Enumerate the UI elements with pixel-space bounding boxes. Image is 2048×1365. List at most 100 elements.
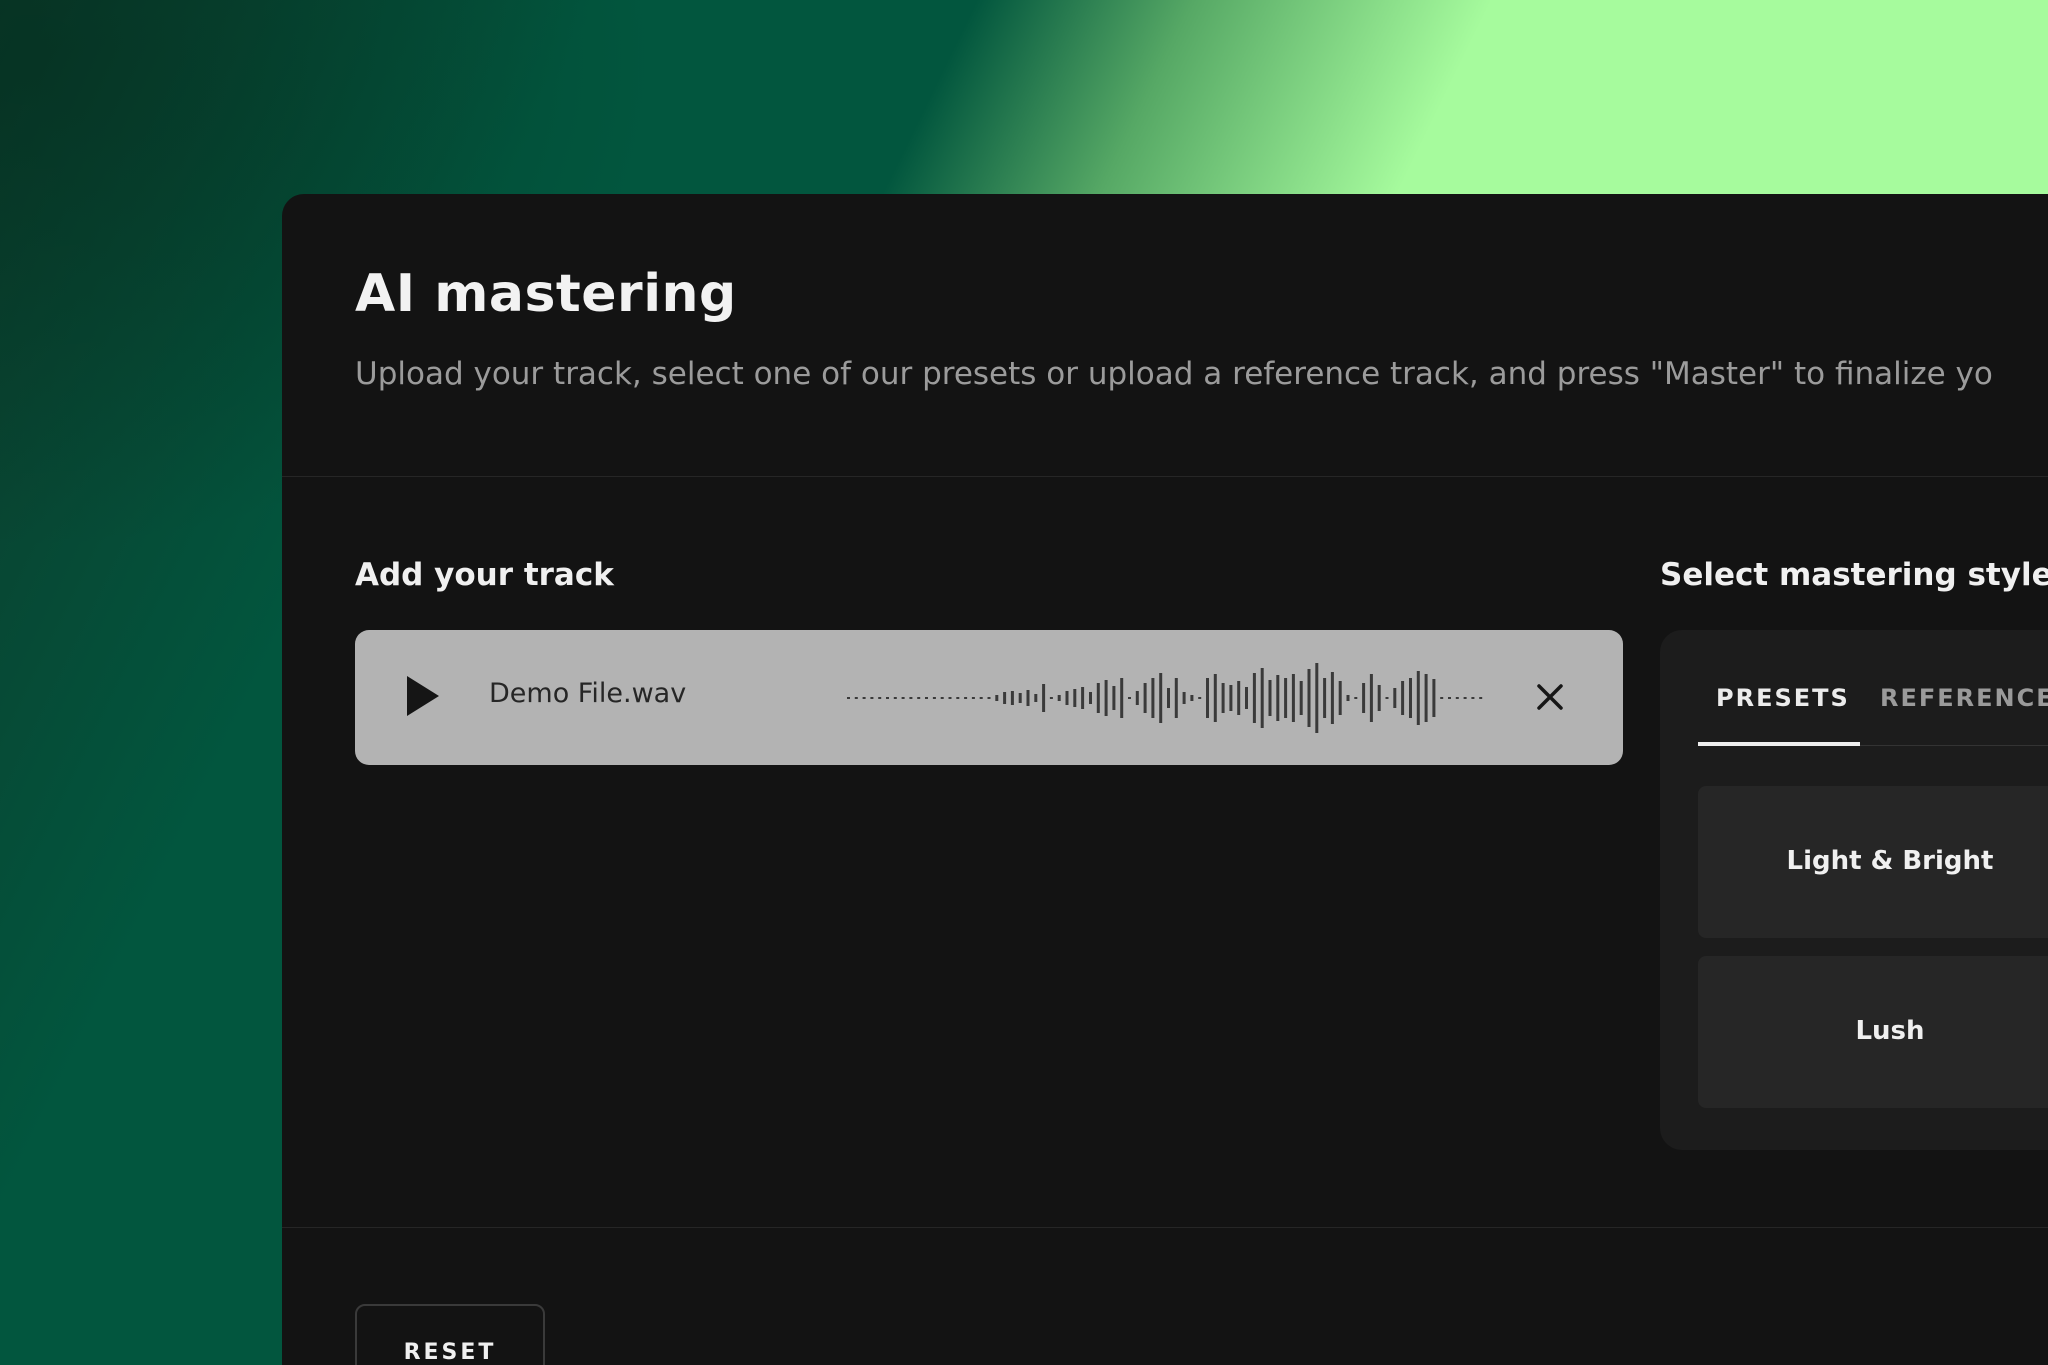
waveform-bar <box>1206 678 1209 718</box>
mastering-style-panel: PRESETS REFERENCE Light & Bright Lush <box>1660 630 2048 1150</box>
waveform-bar <box>1276 675 1280 721</box>
mastering-style-label: Select mastering style <box>1660 557 2048 593</box>
preset-lush[interactable]: Lush <box>1698 956 2048 1108</box>
waveform-bar <box>1260 668 1264 728</box>
waveform-bar <box>1354 697 1358 699</box>
style-tabs: PRESETS REFERENCE <box>1698 630 2048 746</box>
waveform-bar <box>1377 685 1381 711</box>
waveform-bar <box>1096 683 1100 713</box>
waveform-bar <box>862 697 866 699</box>
waveform-bar <box>1065 691 1069 705</box>
waveform-bar <box>1112 686 1116 710</box>
footer-divider <box>282 1227 2048 1228</box>
track-card: Demo File.wav <box>355 630 1623 765</box>
waveform-bar <box>1174 678 1178 718</box>
waveform-bar <box>1330 672 1334 724</box>
waveform-bar <box>1081 687 1085 709</box>
waveform-bar <box>847 697 850 699</box>
waveform-bar <box>995 695 999 701</box>
waveform-bar <box>1448 697 1451 699</box>
waveform-bar <box>1424 674 1428 722</box>
waveform-bar <box>1229 685 1233 711</box>
waveform-bar <box>1291 674 1295 722</box>
waveform-bar <box>964 697 968 699</box>
waveform-bar <box>1213 674 1217 722</box>
waveform-bar <box>1440 697 1444 699</box>
waveform-bar <box>1245 687 1248 709</box>
waveform-bar <box>1073 689 1077 707</box>
preset-label: Lush <box>1855 1016 1925 1046</box>
waveform-bar <box>870 697 874 699</box>
tab-presets[interactable]: PRESETS <box>1716 684 1850 712</box>
waveform-bar <box>1252 673 1256 723</box>
waveform-bar <box>932 697 936 699</box>
waveform-bar <box>1268 680 1272 716</box>
waveform-bar <box>1221 683 1225 713</box>
waveform-bar <box>886 697 889 699</box>
tab-reference[interactable]: REFERENCE <box>1880 684 2048 712</box>
waveform-bar <box>940 697 944 699</box>
waveform-bar <box>1151 678 1155 718</box>
waveform-bar <box>1182 692 1186 704</box>
waveform-bar <box>1010 691 1014 705</box>
waveform-bar <box>1338 681 1342 715</box>
waveform-bar <box>1159 673 1163 723</box>
waveform-bar <box>1237 681 1241 715</box>
waveform-bar <box>1315 663 1319 733</box>
waveform-bar <box>854 697 858 699</box>
waveform-bar <box>1346 695 1350 701</box>
waveform-bar <box>948 697 952 699</box>
waveform-bar <box>1026 690 1030 706</box>
close-icon[interactable] <box>1533 680 1567 714</box>
reset-button[interactable]: RESET <box>355 1304 545 1365</box>
ai-mastering-panel: AI mastering Upload your track, select o… <box>282 194 2048 1365</box>
add-track-label: Add your track <box>355 557 614 593</box>
panel-header: AI mastering Upload your track, select o… <box>282 194 2048 477</box>
waveform-bar <box>1089 692 1092 704</box>
waveform-bar <box>1135 691 1139 705</box>
waveform-bar <box>1284 678 1288 718</box>
waveform-bar <box>1409 678 1412 718</box>
waveform-bar <box>1471 697 1475 699</box>
waveform-bar <box>1479 697 1483 699</box>
waveform-bar <box>1034 694 1038 702</box>
waveform-bar <box>1299 681 1303 715</box>
waveform-bar <box>1120 678 1124 718</box>
waveform-bar <box>1049 697 1053 699</box>
waveform-bar <box>1167 688 1170 708</box>
waveform-bar <box>1393 688 1397 708</box>
waveform-bar <box>1416 671 1420 725</box>
waveform-bar <box>1143 683 1147 713</box>
play-icon[interactable] <box>407 676 439 716</box>
waveform-bar <box>1463 697 1467 699</box>
waveform-bar <box>1190 695 1194 701</box>
waveform-bar <box>1128 697 1131 699</box>
waveform-bar <box>1003 692 1007 704</box>
waveform-bar <box>956 697 960 699</box>
waveform-bar <box>979 697 983 699</box>
waveform-bar <box>901 697 905 699</box>
track-file-name: Demo File.wav <box>489 678 687 709</box>
waveform-bar <box>1018 693 1022 703</box>
waveform-bar <box>1362 683 1366 713</box>
waveform-bar <box>1401 681 1405 715</box>
tab-selected-indicator <box>1698 742 1860 746</box>
waveform-display[interactable] <box>843 650 1483 746</box>
waveform-bar <box>1307 669 1311 727</box>
waveform-bar <box>925 697 928 699</box>
waveform-bar <box>909 697 913 699</box>
waveform-bar <box>1057 695 1061 701</box>
waveform-bar <box>878 697 882 699</box>
waveform-bar <box>1385 697 1389 699</box>
waveform-bar <box>1369 674 1373 722</box>
waveform-bar <box>1198 697 1202 699</box>
page-subtitle: Upload your track, select one of our pre… <box>355 356 1993 392</box>
waveform-bar <box>1432 679 1436 717</box>
waveform-bar <box>971 697 975 699</box>
waveform-bar <box>987 697 991 699</box>
waveform-bar <box>1104 680 1108 716</box>
waveform-bar <box>893 697 897 699</box>
preset-light-bright[interactable]: Light & Bright <box>1698 786 2048 938</box>
waveform-bar <box>917 697 921 699</box>
preset-label: Light & Bright <box>1786 846 1994 876</box>
